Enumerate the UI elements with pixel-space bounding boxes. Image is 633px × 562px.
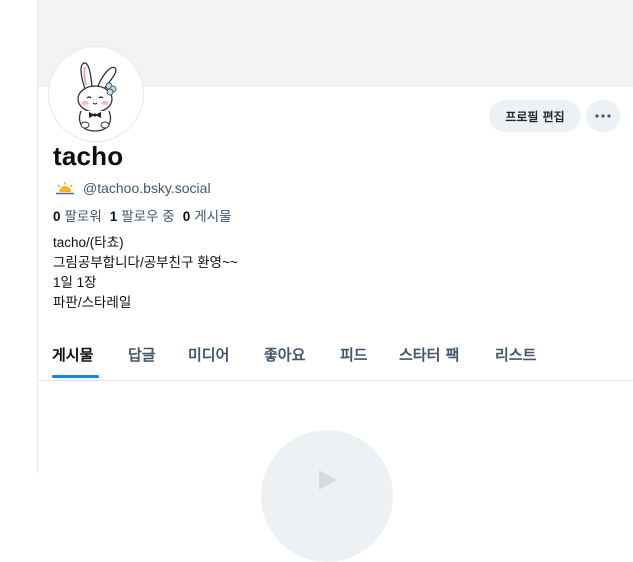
profile-stats: 0 팔로워 1 팔로우 중 0 게시물: [53, 205, 240, 225]
empty-feed-illustration: [261, 430, 393, 562]
tab-posts[interactable]: 게시물: [52, 344, 93, 365]
followers-label: 팔로워: [64, 209, 102, 224]
followers-count: 0: [53, 209, 61, 224]
display-name: tacho: [53, 141, 124, 171]
tab-media[interactable]: 미디어: [188, 344, 229, 365]
posts-count: 0: [182, 209, 191, 224]
following-stat[interactable]: 1 팔로우 중: [110, 205, 175, 225]
active-tab-indicator: [52, 375, 99, 378]
profile-bio: tacho/(타쵸) 그림공부합니다/공부친구 환영~~ 1일 1장 파판/스타…: [53, 233, 238, 313]
tab-lists[interactable]: 리스트: [495, 344, 536, 365]
profile-handle: @tachoo.bsky.social: [83, 180, 211, 196]
ellipsis-icon: [595, 114, 611, 118]
bio-line: 그림공부합니다/공부친구 환영~~: [53, 255, 238, 270]
more-options-button[interactable]: [586, 100, 620, 132]
profile-tabs: 게시물 답글 미디어 좋아요 피드 스타터 팩 리스트: [38, 340, 633, 381]
tab-likes[interactable]: 좋아요: [264, 344, 305, 365]
followers-stat[interactable]: 0 팔로워: [53, 205, 102, 225]
tab-replies[interactable]: 답글: [128, 344, 156, 365]
tab-feeds[interactable]: 피드: [340, 344, 368, 365]
empty-feed-icon: [319, 470, 337, 490]
following-count: 1: [109, 209, 118, 224]
handle-row: @tachoo.bsky.social: [55, 178, 211, 198]
bio-line: 파판/스타레일: [53, 295, 132, 310]
bio-line: tacho/(타쵸): [53, 235, 124, 250]
profile-avatar[interactable]: [49, 47, 143, 141]
sunrise-icon: [56, 182, 74, 195]
posts-stat: 0 게시물: [183, 205, 232, 225]
bunny-avatar-illustration: [51, 49, 141, 139]
posts-label: 게시물: [194, 209, 232, 224]
tab-starter-packs[interactable]: 스타터 팩: [399, 344, 459, 365]
following-label: 팔로우 중: [121, 209, 175, 224]
edit-profile-button[interactable]: 프로필 편집: [489, 100, 581, 132]
bio-line: 1일 1장: [53, 275, 97, 290]
left-sidebar-area: [0, 0, 38, 473]
